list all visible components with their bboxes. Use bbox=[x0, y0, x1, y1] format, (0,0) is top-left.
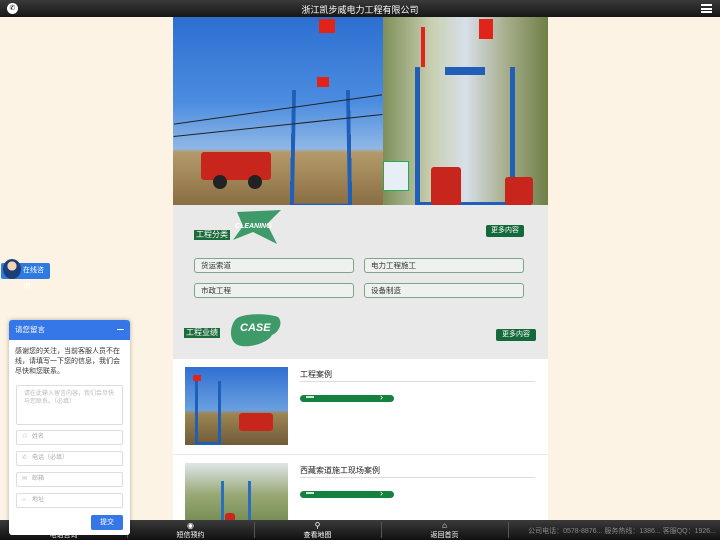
case-card[interactable]: 工程案例 bbox=[173, 359, 548, 454]
divider bbox=[300, 381, 535, 382]
case-thumbnail[interactable] bbox=[185, 463, 288, 520]
user-icon: ⚇ bbox=[22, 434, 28, 440]
red-flag bbox=[479, 19, 493, 39]
phone-field[interactable]: ✆ 电话（必填） bbox=[16, 451, 123, 466]
map-pin-icon: ⚲ bbox=[314, 521, 321, 530]
wheel bbox=[213, 175, 227, 189]
pylon-tower bbox=[289, 89, 353, 205]
online-consult-tab[interactable]: 在线咨询 bbox=[1, 259, 50, 290]
case-detail-button[interactable] bbox=[300, 488, 394, 498]
case-title[interactable]: 工程案例 bbox=[300, 369, 332, 380]
worker-group bbox=[431, 167, 461, 205]
divider bbox=[508, 522, 509, 538]
site-title: 浙江凯步威电力工程有限公司 bbox=[301, 5, 419, 15]
case-thumbnail[interactable] bbox=[185, 367, 288, 445]
pylon-tower bbox=[415, 67, 515, 205]
category-more-button[interactable]: 更多内容 bbox=[486, 225, 524, 237]
sign-board bbox=[383, 161, 409, 191]
mail-icon: ✉ bbox=[22, 476, 28, 482]
location-icon: ⌂ bbox=[22, 497, 26, 503]
tower-crossbeam bbox=[445, 67, 485, 75]
divider bbox=[300, 477, 535, 478]
nav-home[interactable]: ⌂ 返回首页 bbox=[381, 520, 508, 540]
cable bbox=[173, 94, 383, 125]
message-widget-title: 请您留言 bbox=[15, 325, 45, 334]
agent-avatar bbox=[3, 259, 21, 279]
case-badge-text: CASE bbox=[240, 322, 271, 334]
submit-button[interactable]: 提交 bbox=[91, 515, 123, 530]
hero-photo-left bbox=[173, 17, 383, 205]
minimize-icon[interactable] bbox=[117, 329, 124, 330]
hero-banner-image bbox=[173, 17, 548, 205]
case-detail-button[interactable] bbox=[300, 392, 394, 402]
red-flag bbox=[421, 27, 425, 67]
cleaning-badge: CLEANING bbox=[231, 210, 287, 246]
cleaning-badge-text: CLEANING bbox=[235, 223, 272, 230]
category-link-equipment[interactable]: 设备制造 bbox=[364, 283, 524, 298]
red-flag bbox=[319, 19, 335, 33]
worker bbox=[225, 513, 235, 520]
hamburger-menu-icon[interactable] bbox=[701, 4, 712, 13]
wheel bbox=[248, 175, 262, 189]
nav-map-label: 查看地图 bbox=[303, 532, 332, 539]
nav-map[interactable]: ⚲ 查看地图 bbox=[254, 520, 381, 540]
worker-group bbox=[505, 177, 533, 205]
message-textarea[interactable]: 请在此输入留言内容，我们会尽快与您联系。（必填） bbox=[16, 385, 123, 425]
message-widget: 请您留言 感谢您的关注，当前客服人员不在线，请填写一下您的信息，我们会尽快和您联… bbox=[9, 320, 130, 535]
cable bbox=[173, 114, 383, 137]
category-link-municipal[interactable]: 市政工程 bbox=[194, 283, 354, 298]
case-title[interactable]: 西藏索道施工现场案例 bbox=[300, 465, 380, 476]
category-link-cableway[interactable]: 货运索道 bbox=[194, 258, 354, 273]
category-section-title: 工程分类 bbox=[194, 230, 230, 240]
address-field[interactable]: ⌂ 地址 bbox=[16, 493, 123, 508]
red-flag bbox=[317, 77, 329, 87]
case-badge: CASE bbox=[228, 313, 284, 349]
phone-icon: ✆ bbox=[22, 455, 28, 461]
case-more-button[interactable]: 更多内容 bbox=[496, 329, 536, 341]
red-flag bbox=[193, 375, 201, 381]
case-card[interactable]: 西藏索道施工现场案例 bbox=[173, 455, 548, 520]
winch-machine bbox=[239, 413, 273, 431]
top-bar: ✆ 浙江凯步威电力工程有限公司 bbox=[0, 0, 720, 17]
online-consult-label: 在线咨询 bbox=[23, 267, 44, 290]
home-icon: ⌂ bbox=[442, 521, 447, 530]
hero-photo-right bbox=[383, 17, 548, 205]
case-section-title: 工程业绩 bbox=[184, 328, 220, 338]
winch-machine bbox=[201, 152, 271, 180]
message-icon: ◉ bbox=[187, 521, 194, 530]
nav-home-label: 返回首页 bbox=[430, 532, 459, 539]
pylon-tower bbox=[195, 381, 221, 445]
main-content: CLEANING 工程分类 更多内容 货运索道 电力工程施工 市政工程 设备制造… bbox=[173, 17, 548, 520]
message-widget-header: 请您留言 bbox=[9, 320, 130, 340]
category-link-power-construction[interactable]: 电力工程施工 bbox=[364, 258, 524, 273]
nav-sms-label: 短信预约 bbox=[176, 532, 205, 539]
email-field[interactable]: ✉ 邮箱 bbox=[16, 472, 123, 487]
contact-info: 公司电话：0578-8876... 服务热线：1386... 客服QQ：1926… bbox=[528, 528, 716, 535]
nav-sms[interactable]: ◉ 短信预约 bbox=[127, 520, 254, 540]
offline-message: 感谢您的关注，当前客服人员不在线，请填写一下您的信息，我们会尽快和您联系。 bbox=[15, 348, 120, 375]
name-field[interactable]: ⚇ 姓名 bbox=[16, 430, 123, 445]
